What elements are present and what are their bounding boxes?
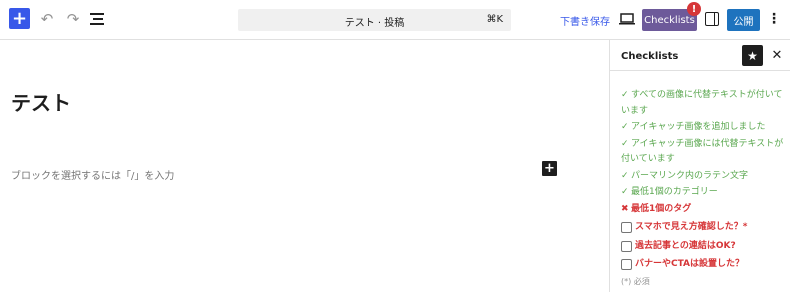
checklists-sidebar: Checklists ★ ✕ ✓ すべての画像に代替テキストが付いています ✓ アイ…	[609, 40, 790, 292]
document-title: テスト · 投稿	[344, 18, 405, 29]
check-icon: ✓	[621, 90, 629, 100]
checklist: ✓ すべての画像に代替テキストが付いています ✓ アイキャッチ画像を追加しました ✓…	[621, 88, 786, 273]
list-view-icon[interactable]	[90, 11, 106, 27]
sidebar-header: Checklists ★ ✕	[610, 40, 790, 71]
preview-icon[interactable]	[619, 12, 635, 26]
checkbox[interactable]	[621, 222, 632, 233]
required-note: (*) 必須	[621, 277, 650, 286]
check-icon: ✓	[621, 187, 629, 197]
checklist-checkbox-item[interactable]: スマホで見え方確認した？*	[621, 220, 786, 236]
save-draft-button[interactable]: 下書き保存	[560, 13, 610, 28]
block-placeholder[interactable]: ブロックを選択するには「/」を入力	[11, 167, 174, 182]
block-inserter-button[interactable]: +	[542, 161, 557, 176]
sidebar-toggle-icon[interactable]	[705, 12, 719, 26]
checkbox[interactable]	[621, 240, 632, 252]
checklist-item: ✓ すべての画像に代替テキストが付いています	[621, 88, 786, 119]
cross-icon: ✖	[621, 203, 629, 214]
checklist-item: ✓ アイキャッチ画像を追加しました	[621, 120, 786, 136]
add-block-button[interactable]: +	[9, 8, 30, 29]
checklist-checkbox-item[interactable]: バナーやCTAは設置した？	[621, 257, 786, 273]
checklist-item-label[interactable]: バナーやCTAは設置した？	[635, 259, 744, 269]
command-palette-bar[interactable]: テスト · 投稿 ⌘K	[238, 9, 511, 31]
editor-canvas: テスト ブロックを選択するには「/」を入力 +	[0, 41, 609, 292]
undo-icon[interactable]: ↶	[38, 10, 56, 28]
star-icon[interactable]: ★	[742, 45, 763, 66]
checklist-item-label: 最低1個のカテゴリー	[631, 187, 718, 197]
checklist-item-label[interactable]: 過去記事との連結はOK?	[635, 241, 736, 251]
close-icon[interactable]: ✕	[770, 47, 784, 63]
checklist-item-label: アイキャッチ画像を追加しました	[631, 122, 766, 132]
checklist-item: ✓ 最低1個のカテゴリー	[621, 185, 786, 201]
checklist-item-label: 最低1個のタグ	[631, 203, 692, 214]
checklist-item: ✖ 最低1個のタグ	[621, 202, 786, 218]
checklist-item-label: すべての画像に代替テキストが付いています	[621, 90, 783, 116]
checklist-item: ✓ パーマリンク内のラテン文字	[621, 169, 786, 185]
more-options-icon[interactable]: ⋮	[766, 10, 782, 28]
sidebar-title: Checklists	[621, 51, 679, 62]
checklist-item-label[interactable]: スマホで見え方確認した？*	[635, 222, 747, 232]
publish-button[interactable]: 公開	[727, 9, 760, 31]
check-icon: ✓	[621, 122, 629, 132]
check-icon: ✓	[621, 138, 629, 149]
post-title[interactable]: テスト	[11, 87, 71, 116]
checklist-item-label: パーマリンク内のラテン文字	[631, 170, 749, 181]
shortcut-hint: ⌘K	[486, 14, 503, 25]
checklist-checkbox-item[interactable]: 過去記事との連結はOK?	[621, 239, 786, 255]
checklist-item-label: アイキャッチ画像には代替テキストが付いています	[621, 138, 784, 165]
warning-badge: !	[687, 2, 701, 16]
checkbox[interactable]	[621, 259, 632, 270]
top-toolbar: + ↶ ↷ テスト · 投稿 ⌘K 下書き保存 Checklists ! 公開 …	[0, 0, 790, 40]
checklist-item: ✓ アイキャッチ画像には代替テキストが付いています	[621, 137, 786, 168]
redo-icon[interactable]: ↷	[64, 10, 82, 28]
check-icon: ✓	[621, 170, 629, 181]
